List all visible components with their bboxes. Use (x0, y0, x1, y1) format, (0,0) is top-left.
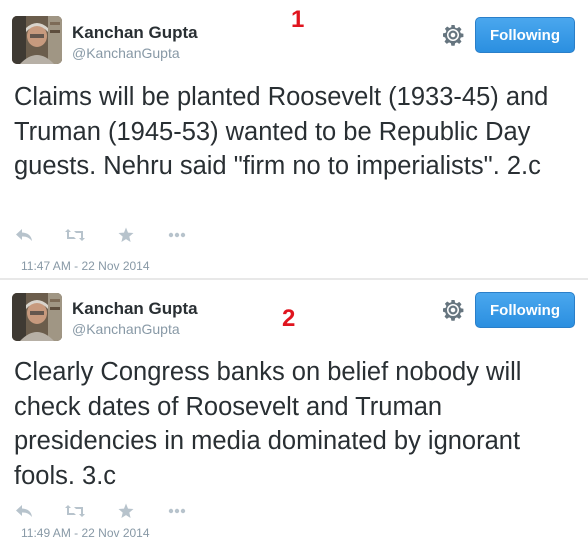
user-handle[interactable]: @KanchanGupta (72, 45, 180, 61)
display-name[interactable]: Kanchan Gupta (72, 299, 198, 319)
favorite-icon[interactable] (116, 502, 136, 520)
user-handle[interactable]: @KanchanGupta (72, 321, 180, 337)
avatar[interactable] (12, 293, 62, 341)
profile-photo (12, 16, 62, 64)
retweet-icon[interactable] (65, 226, 85, 244)
retweet-icon[interactable] (65, 502, 85, 520)
tweet-card-2: Kanchan Gupta @KanchanGupta 2 Following … (0, 279, 588, 557)
more-icon[interactable] (167, 226, 187, 244)
following-button[interactable]: Following (475, 17, 575, 53)
tweet-text: Clearly Congress banks on belief nobody … (14, 358, 522, 490)
tweet-text: Claims will be planted Roosevelt (1933-4… (14, 83, 549, 180)
tweet-card-1: Kanchan Gupta @KanchanGupta 1 Following … (0, 0, 588, 278)
tweet-actions (14, 501, 218, 521)
display-name[interactable]: Kanchan Gupta (72, 23, 198, 43)
gear-icon[interactable] (441, 298, 465, 322)
tweet-actions (14, 225, 218, 245)
timestamp[interactable]: 11:47 AM - 22 Nov 2014 (21, 259, 150, 273)
favorite-icon[interactable] (116, 226, 136, 244)
gear-icon[interactable] (441, 23, 465, 47)
annotation-number: 2 (282, 305, 296, 332)
avatar[interactable] (12, 16, 62, 64)
more-icon[interactable] (167, 502, 187, 520)
following-button[interactable]: Following (475, 292, 575, 328)
reply-icon[interactable] (14, 502, 34, 520)
annotation-number: 1 (291, 6, 305, 33)
timestamp[interactable]: 11:49 AM - 22 Nov 2014 (21, 526, 150, 540)
reply-icon[interactable] (14, 226, 34, 244)
profile-photo (12, 293, 62, 341)
